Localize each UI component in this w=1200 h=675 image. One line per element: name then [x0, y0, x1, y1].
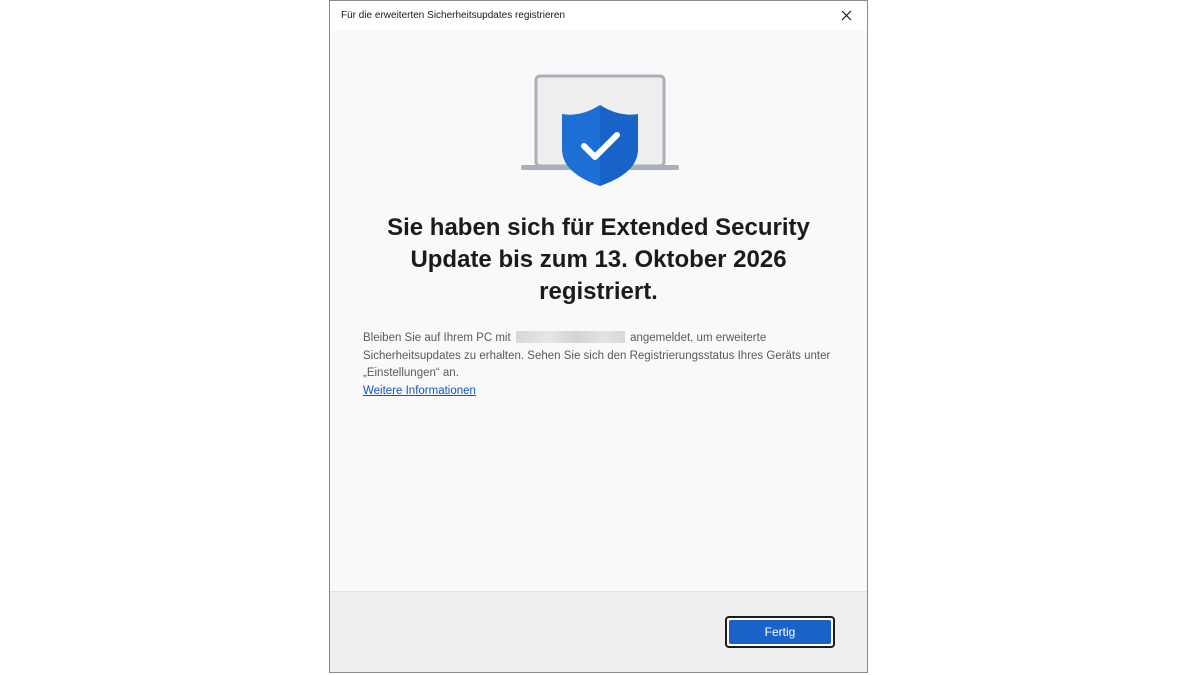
redacted-account: [515, 331, 625, 343]
dialog-footer: Fertig: [330, 591, 867, 672]
done-button-label: Fertig: [729, 620, 831, 644]
info-text-before: Bleiben Sie auf Ihrem PC mit: [363, 332, 511, 344]
info-text: Bleiben Sie auf Ihrem PC mit angemeldet,…: [363, 330, 834, 400]
laptop-shield-check-icon: [521, 74, 679, 186]
done-button[interactable]: Fertig: [725, 616, 835, 648]
title-bar: Für die erweiterten Sicherheitsupdates r…: [330, 1, 867, 31]
window-title: Für die erweiterten Sicherheitsupdates r…: [341, 10, 565, 21]
confirmation-headline: Sie haben sich für Extended Security Upd…: [387, 214, 810, 305]
close-icon: [841, 10, 852, 21]
close-button[interactable]: [827, 1, 867, 31]
esu-dialog: Für die erweiterten Sicherheitsupdates r…: [329, 0, 868, 673]
more-info-link[interactable]: Weitere Informationen: [363, 385, 476, 397]
